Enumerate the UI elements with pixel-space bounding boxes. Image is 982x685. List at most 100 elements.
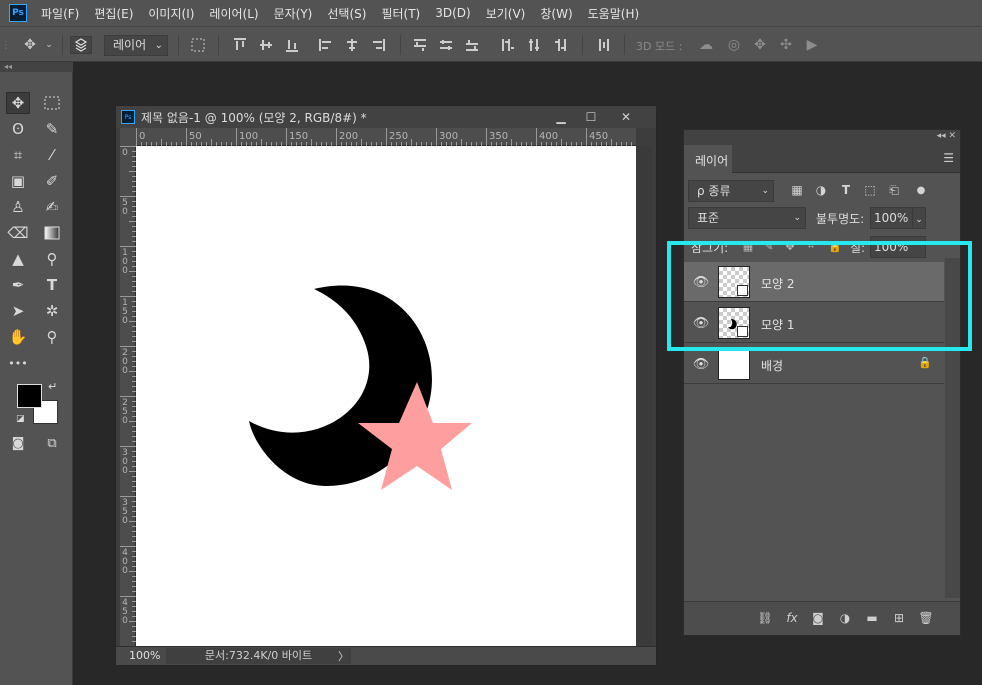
menu-type[interactable]: 문자(Y) xyxy=(274,5,313,22)
layer-style-fx-icon[interactable]: fx xyxy=(784,610,800,626)
menu-select[interactable]: 선택(S) xyxy=(327,5,366,22)
zoom-tool-icon[interactable]: ⚲ xyxy=(40,326,64,348)
custom-shape-tool-icon[interactable]: ✲ xyxy=(40,300,64,322)
crop-tool-icon[interactable]: ⌗ xyxy=(6,144,30,166)
panel-menu-icon[interactable]: ☰ xyxy=(943,151,954,165)
vertical-ruler[interactable]: 0 5 0 1 0 0 1 5 0 2 0 0 2 5 0 3 0 0 3 5 … xyxy=(120,146,136,646)
quick-selection-tool-icon[interactable]: ✎ xyxy=(40,118,64,140)
blur-tool-icon[interactable]: ▲ xyxy=(6,248,30,270)
gradient-tool-icon[interactable] xyxy=(40,222,64,244)
slide-3d-icon[interactable]: ✣ xyxy=(776,36,796,54)
tools-panel-grip[interactable]: ◂◂ xyxy=(0,62,73,72)
menu-view[interactable]: 보기(V) xyxy=(486,5,526,22)
distribute-vertical-center-icon[interactable] xyxy=(438,36,454,54)
vertical-scrollbar[interactable] xyxy=(636,146,652,646)
document-info[interactable]: 문서:732.4K/0 바이트 xyxy=(166,648,351,664)
align-right-icon[interactable] xyxy=(370,36,386,54)
brush-tool-icon[interactable]: ✐ xyxy=(40,170,64,192)
healing-brush-tool-icon[interactable]: ▣ xyxy=(6,170,30,192)
eraser-tool-icon[interactable]: ⌫ xyxy=(6,222,30,244)
photoshop-logo-icon[interactable]: Ps xyxy=(9,4,27,22)
chevron-down-icon[interactable]: ⌄ xyxy=(43,36,55,54)
filter-pixel-icon[interactable]: ▦ xyxy=(790,183,804,197)
menu-image[interactable]: 이미지(I) xyxy=(148,5,194,22)
tab-layers[interactable]: 레이어 xyxy=(684,145,732,173)
minimize-icon[interactable]: ▁ xyxy=(551,108,571,126)
menu-window[interactable]: 창(W) xyxy=(540,5,572,22)
filter-adjustment-icon[interactable]: ◑ xyxy=(814,183,828,197)
default-colors-icon[interactable]: ◪ xyxy=(16,414,25,424)
opacity-slider-toggle[interactable]: ⌄ xyxy=(912,207,926,229)
menu-edit[interactable]: 편집(E) xyxy=(94,5,133,22)
pan-3d-icon[interactable]: ✥ xyxy=(750,36,770,54)
align-left-icon[interactable] xyxy=(318,36,334,54)
roll-3d-icon[interactable]: ◎ xyxy=(724,36,744,54)
more-tools-icon[interactable]: ••• xyxy=(6,352,30,374)
distribute-right-icon[interactable] xyxy=(552,36,568,54)
dodge-tool-icon[interactable]: ⚲ xyxy=(40,248,64,270)
foreground-color-swatch-top[interactable] xyxy=(17,384,42,408)
eyedropper-tool-icon[interactable]: ⁄ xyxy=(40,144,64,166)
collapse-close-controls[interactable]: ◂◂ ✕ xyxy=(937,131,956,141)
distribute-top-icon[interactable] xyxy=(412,36,428,54)
menu-3d[interactable]: 3D(D) xyxy=(435,6,470,20)
move-tool-preset-icon[interactable]: ✥ xyxy=(20,36,40,54)
distribute-bottom-icon[interactable] xyxy=(464,36,480,54)
pen-tool-icon[interactable]: ✒ xyxy=(6,274,30,296)
quick-mask-icon[interactable]: ◙ xyxy=(6,432,30,454)
align-vertical-center-icon[interactable] xyxy=(258,36,274,54)
auto-select-icon[interactable] xyxy=(70,36,92,54)
layer-filter-kind-dropdown[interactable]: ρ 종류 ⌄ xyxy=(688,180,774,202)
hand-tool-icon[interactable]: ✋ xyxy=(6,326,30,348)
lock-icon[interactable]: 🔒 xyxy=(918,356,932,369)
distribute-left-icon[interactable] xyxy=(500,36,516,54)
distribute-horizontal-center-icon[interactable] xyxy=(526,36,542,54)
new-group-icon[interactable]: ▬ xyxy=(864,610,880,626)
filter-smart-object-icon[interactable]: ⎗ xyxy=(887,183,901,197)
document-window: Ps 제목 없음-1 @ 100% (모양 2, RGB/8#) * ▁ ☐ ✕… xyxy=(115,105,657,666)
swap-colors-icon[interactable]: ↵ xyxy=(48,380,57,393)
path-selection-tool-icon[interactable]: ➤ xyxy=(6,300,30,322)
screen-mode-icon[interactable]: ⧉ xyxy=(40,432,64,454)
document-tab[interactable]: Ps 제목 없음-1 @ 100% (모양 2, RGB/8#) * ▁ ☐ ✕ xyxy=(116,106,656,128)
menu-help[interactable]: 도움말(H) xyxy=(588,5,640,22)
type-tool-icon[interactable]: T xyxy=(40,274,64,296)
transform-controls-icon[interactable] xyxy=(188,36,208,54)
adjustment-layer-icon[interactable]: ◑ xyxy=(837,610,853,626)
link-layers-icon[interactable]: ⛓ xyxy=(757,610,773,626)
scale-3d-icon[interactable]: ▶ xyxy=(802,36,822,54)
add-mask-icon[interactable]: ◙ xyxy=(810,610,826,626)
align-top-icon[interactable] xyxy=(232,36,248,54)
canvas[interactable] xyxy=(136,146,636,646)
align-bottom-icon[interactable] xyxy=(284,36,300,54)
layer-name[interactable]: 배경 xyxy=(761,357,783,374)
orbit-3d-icon[interactable]: ☁ xyxy=(696,36,716,54)
opacity-label: 불투명도: xyxy=(816,212,865,226)
history-brush-tool-icon[interactable]: ✍ xyxy=(40,196,64,218)
eye-icon[interactable]: 👁 xyxy=(693,356,710,372)
divider xyxy=(582,35,583,55)
filter-type-icon[interactable]: T xyxy=(839,183,853,197)
menu-file[interactable]: 파일(F) xyxy=(41,5,79,22)
ruler-origin[interactable] xyxy=(120,128,136,146)
status-menu-arrow-icon[interactable]: 〉 xyxy=(338,648,349,664)
horizontal-ruler[interactable]: 0 50 100 150 200 250 300 350 400 450 xyxy=(136,128,636,146)
filter-shape-icon[interactable]: ⬚ xyxy=(863,183,877,197)
delete-layer-icon[interactable]: 🗑 xyxy=(918,610,934,626)
distribute-spacing-icon[interactable] xyxy=(596,36,612,54)
move-tool-icon[interactable]: ✥ xyxy=(6,92,30,114)
maximize-icon[interactable]: ☐ xyxy=(581,108,601,126)
close-icon[interactable]: ✕ xyxy=(616,108,636,126)
stamp-tool-icon[interactable]: ♙ xyxy=(6,196,30,218)
menu-filter[interactable]: 필터(T) xyxy=(381,5,420,22)
blend-mode-dropdown[interactable]: 표준 ⌄ xyxy=(688,207,806,229)
auto-select-mode-dropdown[interactable]: 레이어 ⌄ xyxy=(104,35,168,56)
menu-layer[interactable]: 레이어(L) xyxy=(209,5,258,22)
new-layer-icon[interactable]: ⊞ xyxy=(891,610,907,626)
lasso-tool-icon[interactable]: ʘ xyxy=(6,118,30,140)
filter-toggle-icon[interactable]: ● xyxy=(914,183,928,197)
layers-panel-grip[interactable]: ◂◂ ✕ xyxy=(684,130,960,143)
align-horizontal-center-icon[interactable] xyxy=(344,36,360,54)
marquee-tool-icon[interactable] xyxy=(40,92,64,114)
zoom-level[interactable]: 100% xyxy=(129,649,160,662)
